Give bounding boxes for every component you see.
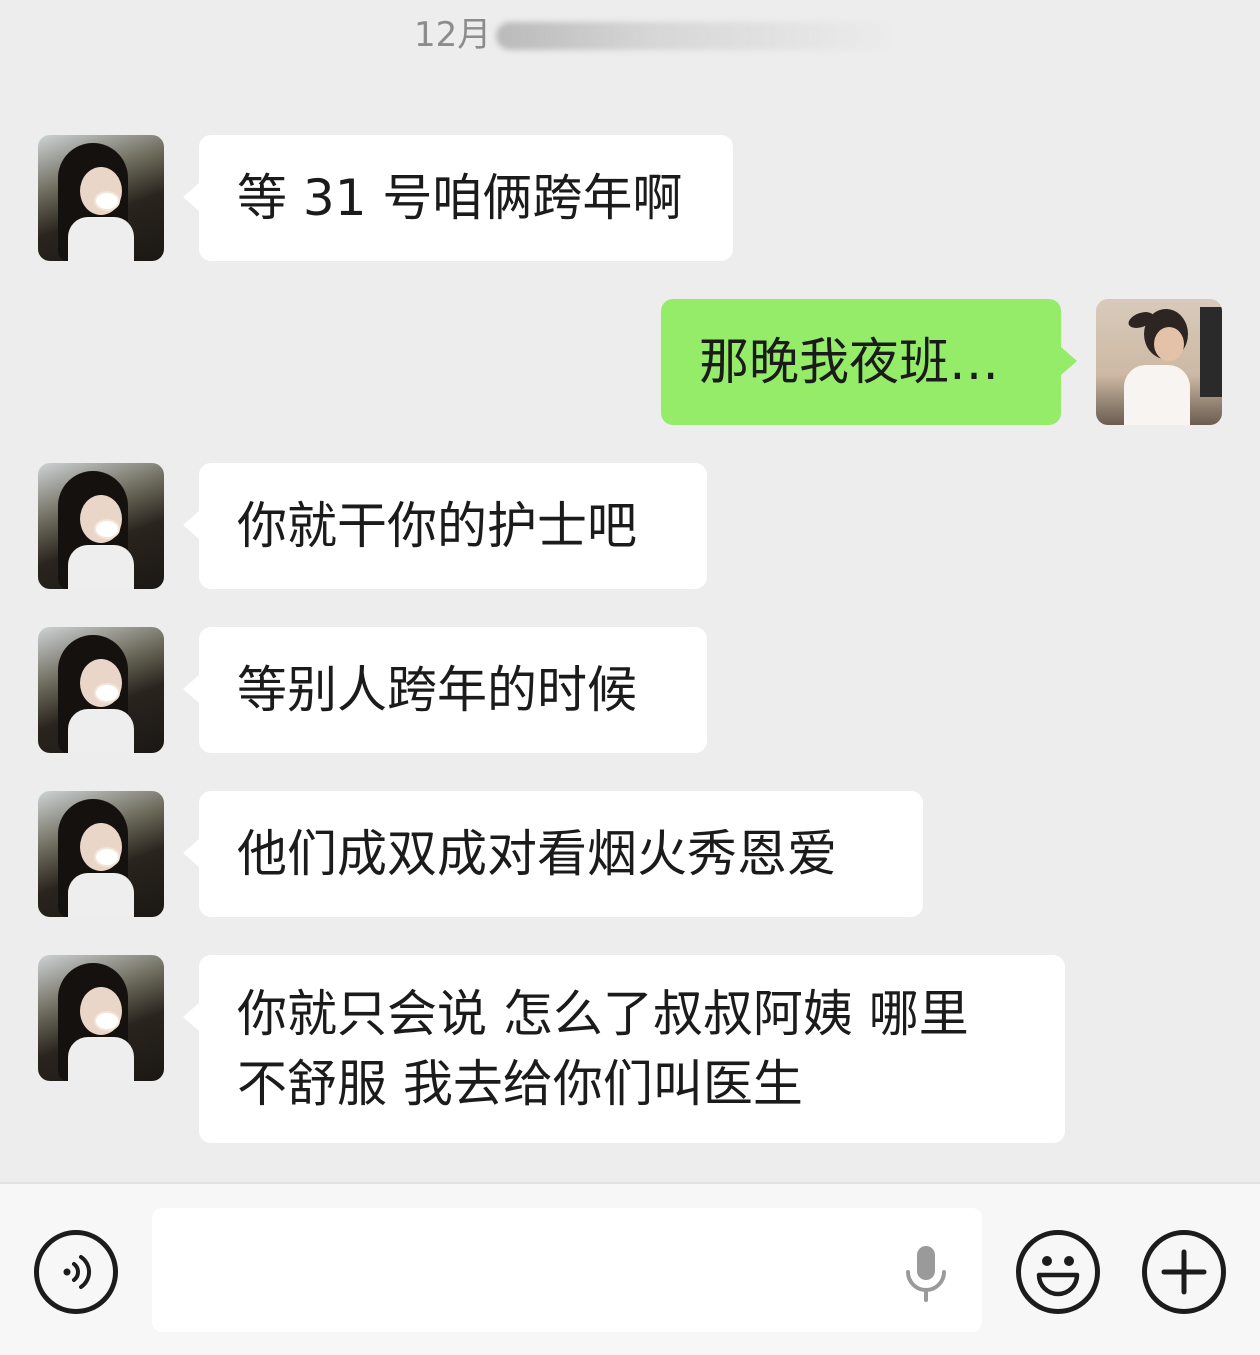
plus-icon <box>1161 1249 1207 1295</box>
voice-toggle-button[interactable] <box>34 1230 118 1314</box>
microphone-icon <box>906 1246 946 1302</box>
message-text: 等别人跨年的时候 <box>237 661 637 719</box>
microphone-button[interactable] <box>896 1240 956 1310</box>
message-text: 那晚我夜班… <box>699 333 999 391</box>
message-text: 等 31 号咱俩跨年啊 <box>237 169 683 227</box>
contact-avatar[interactable] <box>38 791 164 917</box>
contact-avatar[interactable] <box>38 955 164 1081</box>
message-text-line: 你就只会说 怎么了叔叔阿姨 哪里 <box>237 985 969 1043</box>
contact-avatar[interactable] <box>38 135 164 261</box>
voice-toggle-icon <box>63 1255 91 1289</box>
timestamp-redaction <box>496 22 896 50</box>
input-bar <box>0 1182 1260 1355</box>
incoming-message-bubble[interactable]: 他们成双成对看烟火秀恩爱 <box>183 791 923 917</box>
incoming-message-bubble[interactable]: 你就只会说 怎么了叔叔阿姨 哪里 不舒服 我去给你们叫医生 <box>183 955 1065 1143</box>
emoji-icon <box>1036 1256 1080 1297</box>
my-avatar[interactable] <box>1096 299 1222 425</box>
message-text-line: 不舒服 我去给你们叫医生 <box>237 1055 803 1113</box>
chat-area: 12月 等 31 号咱俩跨年啊 那晚我夜班… 你就干你的护士吧 等别人跨年的时候… <box>0 0 1260 1182</box>
outgoing-message-bubble[interactable]: 那晚我夜班… <box>661 299 1077 425</box>
message-text: 你就干你的护士吧 <box>237 497 637 555</box>
emoji-button[interactable] <box>1016 1230 1100 1314</box>
incoming-message-bubble[interactable]: 等 31 号咱俩跨年啊 <box>183 135 733 261</box>
more-options-button[interactable] <box>1142 1230 1226 1314</box>
message-text: 他们成双成对看烟火秀恩爱 <box>237 825 837 883</box>
chat-timestamp: 12月 <box>414 15 492 55</box>
incoming-message-bubble[interactable]: 你就干你的护士吧 <box>183 463 707 589</box>
incoming-message-bubble[interactable]: 等别人跨年的时候 <box>183 627 707 753</box>
contact-avatar[interactable] <box>38 627 164 753</box>
message-input[interactable] <box>152 1208 982 1332</box>
contact-avatar[interactable] <box>38 463 164 589</box>
